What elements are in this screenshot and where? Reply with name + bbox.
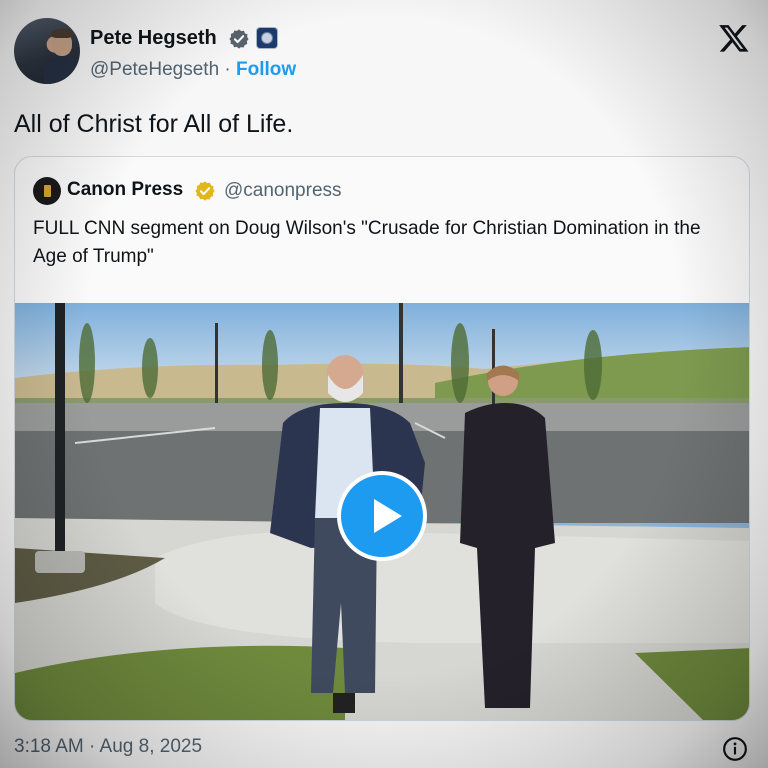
quoted-author-handle[interactable]: @canonpress — [224, 180, 342, 202]
quoted-tweet-text: FULL CNN segment on Doug Wilson's "Crusa… — [33, 218, 701, 267]
tweet-text: All of Christ for All of Life. — [14, 110, 294, 138]
quoted-author-avatar[interactable] — [33, 177, 61, 205]
author-handle[interactable]: @PeteHegseth — [90, 59, 219, 80]
tweet-timestamp[interactable]: 3:18 AM · Aug 8, 2025 — [14, 736, 202, 758]
author-name[interactable]: Pete Hegseth — [90, 27, 217, 50]
info-icon[interactable] — [722, 736, 748, 762]
government-seal-icon — [256, 27, 278, 49]
quoted-author-name[interactable]: Canon Press — [67, 179, 183, 201]
x-logo-icon[interactable] — [718, 22, 750, 54]
play-icon — [374, 499, 402, 533]
video-player[interactable] — [15, 303, 749, 720]
separator-dot: · — [224, 59, 231, 80]
tweet-card: Pete Hegseth @PeteHegseth · Follow All o… — [0, 0, 768, 768]
author-handle-row: @PeteHegseth · Follow — [90, 59, 296, 81]
quoted-tweet[interactable]: Canon Press @canonpress FULL CNN segment… — [14, 156, 750, 721]
gold-verified-check-icon — [195, 181, 215, 201]
play-button[interactable] — [337, 471, 427, 561]
author-avatar[interactable] — [14, 18, 80, 84]
follow-button[interactable]: Follow — [236, 59, 296, 80]
verified-check-icon — [229, 29, 249, 49]
